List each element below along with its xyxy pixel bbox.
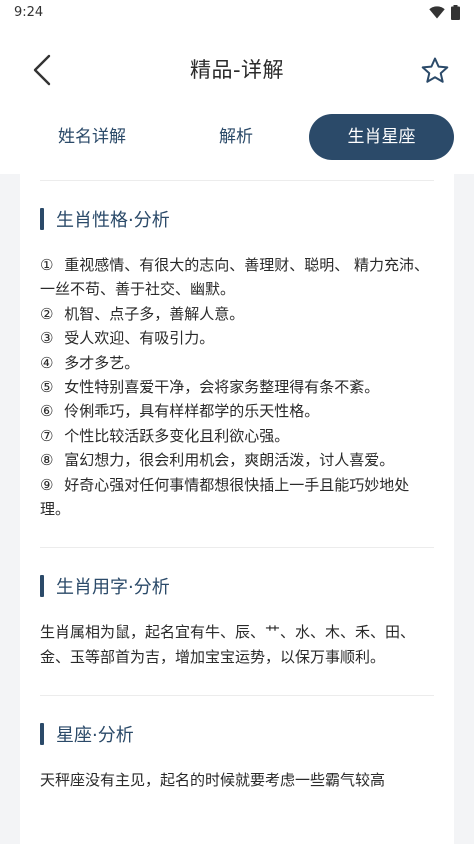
- divider: [40, 180, 434, 181]
- list-item: ⑨ 好奇心强对任何事情都想很快插上一手且能巧妙地处理。: [40, 473, 434, 522]
- app-header: 精品-详解 姓名详解 解析 生肖星座: [0, 24, 474, 174]
- page-title: 精品-详解: [189, 58, 285, 82]
- section-marker: [40, 723, 44, 746]
- list-item-text: 好奇心强对任何事情都想很快插上一手且能巧妙地处理。: [40, 475, 410, 519]
- tab-zodiac[interactable]: 生肖星座: [309, 114, 454, 160]
- list-item: ⑥ 伶俐乖巧，具有样样都学的乐天性格。: [40, 399, 434, 423]
- list-item: ⑤ 女性特别喜爱干净，会将家务整理得有条不紊。: [40, 375, 434, 399]
- status-time: 9:24: [14, 4, 44, 20]
- tab-name-detail[interactable]: 姓名详解: [18, 114, 166, 160]
- list-item: ③ 受人欢迎、有吸引力。: [40, 326, 434, 350]
- section-title-text: 星座·分析: [56, 725, 134, 747]
- naming-text: 生肖属相为鼠，起名宜有牛、辰、艹、水、木、禾、田、金、玉等部首为吉，增加宝宝运势…: [40, 623, 416, 666]
- list-item-number: ⑧: [40, 451, 59, 470]
- zodiac-text: 天秤座没有主见，起名的时候就要考虑一些霸气较高: [40, 771, 386, 790]
- list-item: ⑧ 富幻想力，很会利用机会，爽朗活泼，讨人喜爱。: [40, 448, 434, 472]
- list-item-text: 个性比较活跃多变化且利欲心强。: [64, 426, 290, 445]
- section-marker: [40, 208, 44, 230]
- list-item-text: 富幻想力，很会利用机会，爽朗活泼，讨人喜爱。: [64, 451, 395, 470]
- list-item-number: ⑦: [40, 426, 59, 445]
- status-icons: [429, 4, 460, 20]
- list-item-text: 多才多艺。: [64, 353, 140, 372]
- content-card: 生肖性格·分析 ① 重视感情、有很大的志向、善理财、聪明、 精力充沛、一丝不苟、…: [20, 174, 454, 844]
- list-item-text: 重视感情、有很大的志向、善理财、聪明、 精力充沛、一丝不苟、善于社交、幽默。: [40, 256, 429, 299]
- traits-section: 生肖性格·分析 ① 重视感情、有很大的志向、善理财、聪明、 精力充沛、一丝不苟、…: [20, 207, 454, 521]
- list-item: ④ 多才多艺。: [40, 351, 434, 375]
- divider: [40, 695, 434, 697]
- list-item: ② 机智、点子多，善解人意。: [40, 302, 434, 326]
- tab-bar: 姓名详解 解析 生肖星座: [18, 114, 456, 160]
- battery-icon: [451, 4, 460, 20]
- list-item-number: ②: [40, 304, 59, 323]
- list-item-number: ①: [40, 256, 59, 274]
- list-item: ① 重视感情、有很大的志向、善理财、聪明、 精力充沛、一丝不苟、善于社交、幽默。: [40, 253, 434, 302]
- list-item: ⑦ 个性比较活跃多变化且利欲心强。: [40, 424, 434, 448]
- favorite-button[interactable]: [416, 52, 454, 90]
- star-icon: [421, 57, 449, 83]
- status-bar: 9:24: [0, 0, 474, 24]
- section-title-zodiac: 星座·分析: [40, 722, 434, 746]
- list-item-text: 女性特别喜爱干净，会将家务整理得有条不紊。: [64, 378, 380, 397]
- traits-list: ① 重视感情、有很大的志向、善理财、聪明、 精力充沛、一丝不苟、善于社交、幽默。…: [40, 253, 434, 521]
- section-title-text: 生肖用字·分析: [56, 577, 170, 599]
- list-item-text: 受人欢迎、有吸引力。: [64, 329, 215, 348]
- divider: [40, 547, 434, 549]
- zodiac-section: 星座·分析 天秤座没有主见，起名的时候就要考虑一些霸气较高: [20, 722, 454, 792]
- tab-analysis[interactable]: 解析: [166, 114, 306, 160]
- list-item-number: ⑨: [40, 475, 59, 494]
- naming-section: 生肖用字·分析 生肖属相为鼠，起名宜有牛、辰、艹、水、木、禾、田、金、玉等部首为…: [20, 574, 454, 669]
- list-item-number: ④: [40, 353, 59, 372]
- list-item-text: 机智、点子多，善解人意。: [64, 304, 245, 323]
- wifi-icon: [429, 5, 445, 19]
- section-title-traits: 生肖性格·分析: [40, 207, 434, 231]
- list-item-text: 伶俐乖巧，具有样样都学的乐天性格。: [64, 402, 320, 421]
- section-marker: [40, 575, 44, 598]
- list-item-number: ⑥: [40, 402, 59, 421]
- list-item-number: ③: [40, 329, 59, 348]
- list-item-number: ⑤: [40, 378, 59, 397]
- section-title-naming: 生肖用字·分析: [40, 574, 434, 598]
- section-title-text: 生肖性格·分析: [56, 210, 170, 231]
